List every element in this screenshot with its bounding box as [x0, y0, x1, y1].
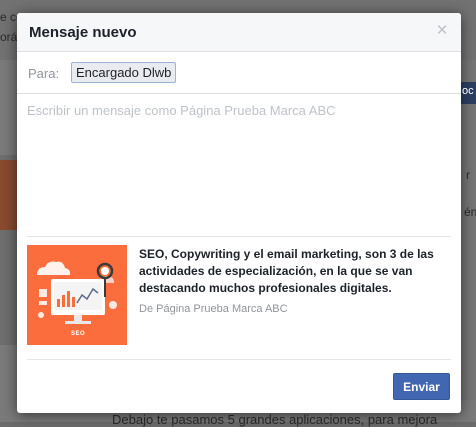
background-card-image [0, 160, 18, 230]
seo-illustration [27, 245, 127, 345]
close-icon[interactable]: × [433, 21, 451, 41]
background-text: orá [0, 30, 18, 44]
background-button-label: oc [462, 85, 474, 97]
shared-link-thumbnail[interactable]: SEO [27, 245, 127, 345]
to-label: Para: [28, 66, 60, 81]
background-text: én [464, 205, 476, 219]
shared-link-title[interactable]: SEO, Copywriting y el email marketing, s… [139, 246, 445, 297]
dialog-header: Mensaje nuevo × [17, 13, 461, 52]
recipient-row[interactable]: Para: Encargado Dlwb [17, 52, 461, 94]
background-text: r [466, 168, 470, 182]
new-message-dialog: Mensaje nuevo × Para: Encargado Dlwb Esc… [17, 13, 461, 413]
thumbnail-label: SEO [71, 331, 86, 337]
background-right-column [460, 60, 476, 400]
shared-link-source: De Página Prueba Marca ABC [139, 303, 288, 315]
message-input[interactable] [27, 103, 451, 223]
send-button[interactable]: Enviar [393, 373, 450, 400]
recipient-token[interactable]: Encargado Dlwb [71, 62, 177, 83]
dialog-title: Mensaje nuevo [29, 24, 137, 41]
divider [27, 359, 451, 360]
background-text: Debajo te pasamos 5 grandes aplicaciones… [112, 412, 438, 427]
divider [27, 236, 451, 237]
